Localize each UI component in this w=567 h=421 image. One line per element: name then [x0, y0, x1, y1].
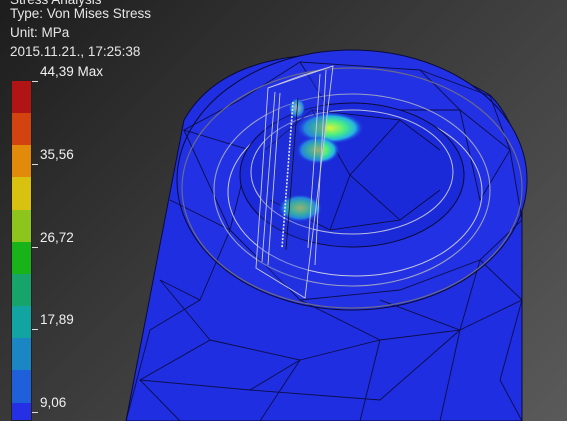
legend-tick [32, 164, 38, 165]
legend-tick [32, 247, 38, 248]
legend-tick [32, 412, 38, 413]
legend-color-segment [12, 338, 31, 371]
legend-color-segment [12, 81, 31, 114]
legend-label: 9,06 [40, 395, 67, 410]
legend-max-label: 44,39 Max [40, 64, 104, 79]
legend-color-segment [12, 145, 31, 178]
legend-color-segment [12, 273, 31, 307]
legend-tick [32, 81, 38, 82]
legend-color-segment [12, 241, 31, 274]
legend-color-segment [12, 209, 31, 242]
legend-color-segment [12, 402, 31, 420]
result-timestamp: 2015.11.21., 17:25:38 [10, 44, 141, 59]
legend-color-segment [12, 177, 31, 210]
legend-label: 17,89 [40, 312, 74, 327]
legend-color-segment [12, 306, 31, 339]
legend-color-segment [12, 370, 31, 403]
result-type: Type: Von Mises Stress [10, 6, 152, 21]
legend-color-segment [12, 113, 31, 146]
color-legend-bar [11, 80, 32, 421]
legend-tick [32, 329, 38, 330]
legend-label: 35,56 [40, 147, 74, 162]
legend-label: 26,72 [40, 230, 74, 245]
result-unit: Unit: MPa [10, 25, 70, 40]
